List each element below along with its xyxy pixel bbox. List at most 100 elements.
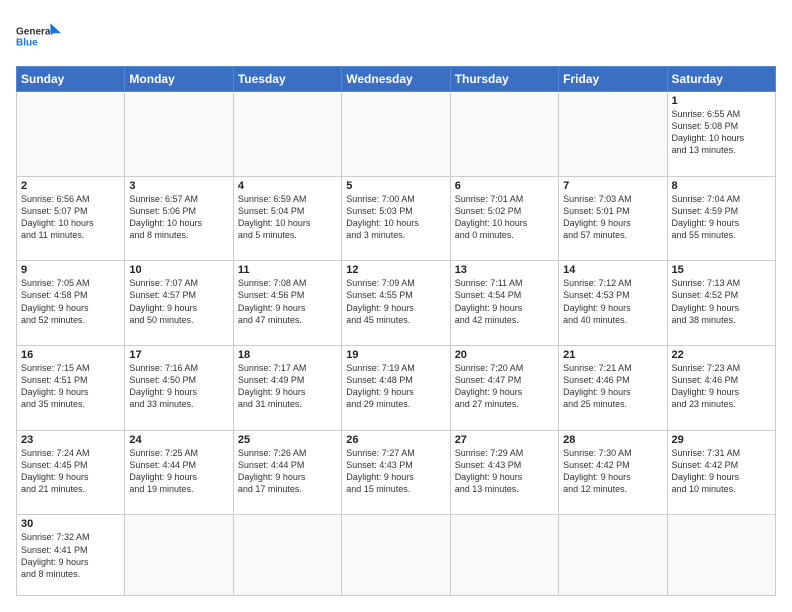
day-info: Sunrise: 7:16 AMSunset: 4:50 PMDaylight:… — [129, 362, 228, 411]
day-number: 13 — [455, 264, 554, 276]
day-number: 26 — [346, 434, 445, 446]
day-number: 4 — [238, 180, 337, 192]
day-number: 20 — [455, 349, 554, 361]
day-number: 27 — [455, 434, 554, 446]
day-info: Sunrise: 7:24 AMSunset: 4:45 PMDaylight:… — [21, 447, 120, 496]
cell-week4-day6: 22Sunrise: 7:23 AMSunset: 4:46 PMDayligh… — [667, 346, 775, 431]
cell-week2-day3: 5Sunrise: 7:00 AMSunset: 5:03 PMDaylight… — [342, 176, 450, 261]
day-info: Sunrise: 7:07 AMSunset: 4:57 PMDaylight:… — [129, 277, 228, 326]
cell-week5-day1: 24Sunrise: 7:25 AMSunset: 4:44 PMDayligh… — [125, 430, 233, 515]
cell-week6-day6 — [667, 515, 775, 596]
day-number: 8 — [672, 180, 771, 192]
cell-week1-day6: 1Sunrise: 6:55 AMSunset: 5:08 PMDaylight… — [667, 92, 775, 177]
cell-week5-day3: 26Sunrise: 7:27 AMSunset: 4:43 PMDayligh… — [342, 430, 450, 515]
day-info: Sunrise: 7:08 AMSunset: 4:56 PMDaylight:… — [238, 277, 337, 326]
day-info: Sunrise: 7:01 AMSunset: 5:02 PMDaylight:… — [455, 193, 554, 242]
day-info: Sunrise: 7:00 AMSunset: 5:03 PMDaylight:… — [346, 193, 445, 242]
day-number: 25 — [238, 434, 337, 446]
week-row-1: 1Sunrise: 6:55 AMSunset: 5:08 PMDaylight… — [17, 92, 776, 177]
page: General Blue SundayMondayTuesdayWednesda… — [0, 0, 792, 612]
day-number: 30 — [21, 518, 120, 530]
cell-week3-day5: 14Sunrise: 7:12 AMSunset: 4:53 PMDayligh… — [559, 261, 667, 346]
cell-week6-day1 — [125, 515, 233, 596]
header-wednesday: Wednesday — [342, 67, 450, 92]
cell-week3-day0: 9Sunrise: 7:05 AMSunset: 4:58 PMDaylight… — [17, 261, 125, 346]
day-number: 12 — [346, 264, 445, 276]
day-number: 15 — [672, 264, 771, 276]
day-info: Sunrise: 7:03 AMSunset: 5:01 PMDaylight:… — [563, 193, 662, 242]
day-info: Sunrise: 7:27 AMSunset: 4:43 PMDaylight:… — [346, 447, 445, 496]
day-number: 10 — [129, 264, 228, 276]
cell-week2-day6: 8Sunrise: 7:04 AMSunset: 4:59 PMDaylight… — [667, 176, 775, 261]
day-info: Sunrise: 7:13 AMSunset: 4:52 PMDaylight:… — [672, 277, 771, 326]
cell-week1-day3 — [342, 92, 450, 177]
day-number: 2 — [21, 180, 120, 192]
cell-week1-day0 — [17, 92, 125, 177]
day-number: 3 — [129, 180, 228, 192]
day-info: Sunrise: 7:15 AMSunset: 4:51 PMDaylight:… — [21, 362, 120, 411]
cell-week2-day1: 3Sunrise: 6:57 AMSunset: 5:06 PMDaylight… — [125, 176, 233, 261]
svg-text:General: General — [16, 26, 53, 37]
day-info: Sunrise: 7:11 AMSunset: 4:54 PMDaylight:… — [455, 277, 554, 326]
day-number: 1 — [672, 95, 771, 107]
day-number: 23 — [21, 434, 120, 446]
cell-week1-day2 — [233, 92, 341, 177]
cell-week3-day1: 10Sunrise: 7:07 AMSunset: 4:57 PMDayligh… — [125, 261, 233, 346]
week-row-5: 23Sunrise: 7:24 AMSunset: 4:45 PMDayligh… — [17, 430, 776, 515]
header-monday: Monday — [125, 67, 233, 92]
day-number: 22 — [672, 349, 771, 361]
header: General Blue — [16, 16, 776, 56]
week-row-4: 16Sunrise: 7:15 AMSunset: 4:51 PMDayligh… — [17, 346, 776, 431]
logo: General Blue — [16, 16, 66, 56]
day-info: Sunrise: 7:12 AMSunset: 4:53 PMDaylight:… — [563, 277, 662, 326]
week-row-2: 2Sunrise: 6:56 AMSunset: 5:07 PMDaylight… — [17, 176, 776, 261]
day-number: 7 — [563, 180, 662, 192]
day-info: Sunrise: 7:04 AMSunset: 4:59 PMDaylight:… — [672, 193, 771, 242]
header-tuesday: Tuesday — [233, 67, 341, 92]
day-info: Sunrise: 7:26 AMSunset: 4:44 PMDaylight:… — [238, 447, 337, 496]
cell-week6-day3 — [342, 515, 450, 596]
day-info: Sunrise: 7:30 AMSunset: 4:42 PMDaylight:… — [563, 447, 662, 496]
day-info: Sunrise: 7:17 AMSunset: 4:49 PMDaylight:… — [238, 362, 337, 411]
logo-svg: General Blue — [16, 16, 66, 56]
day-number: 11 — [238, 264, 337, 276]
day-number: 19 — [346, 349, 445, 361]
cell-week4-day2: 18Sunrise: 7:17 AMSunset: 4:49 PMDayligh… — [233, 346, 341, 431]
day-info: Sunrise: 7:23 AMSunset: 4:46 PMDaylight:… — [672, 362, 771, 411]
cell-week4-day1: 17Sunrise: 7:16 AMSunset: 4:50 PMDayligh… — [125, 346, 233, 431]
day-number: 9 — [21, 264, 120, 276]
day-number: 24 — [129, 434, 228, 446]
cell-week4-day3: 19Sunrise: 7:19 AMSunset: 4:48 PMDayligh… — [342, 346, 450, 431]
day-number: 17 — [129, 349, 228, 361]
day-number: 14 — [563, 264, 662, 276]
cell-week3-day6: 15Sunrise: 7:13 AMSunset: 4:52 PMDayligh… — [667, 261, 775, 346]
cell-week6-day2 — [233, 515, 341, 596]
header-sunday: Sunday — [17, 67, 125, 92]
day-number: 5 — [346, 180, 445, 192]
cell-week5-day4: 27Sunrise: 7:29 AMSunset: 4:43 PMDayligh… — [450, 430, 558, 515]
cell-week4-day0: 16Sunrise: 7:15 AMSunset: 4:51 PMDayligh… — [17, 346, 125, 431]
cell-week3-day2: 11Sunrise: 7:08 AMSunset: 4:56 PMDayligh… — [233, 261, 341, 346]
day-info: Sunrise: 6:55 AMSunset: 5:08 PMDaylight:… — [672, 108, 771, 157]
cell-week2-day2: 4Sunrise: 6:59 AMSunset: 5:04 PMDaylight… — [233, 176, 341, 261]
calendar-table: SundayMondayTuesdayWednesdayThursdayFrid… — [16, 66, 776, 596]
day-info: Sunrise: 7:05 AMSunset: 4:58 PMDaylight:… — [21, 277, 120, 326]
cell-week5-day2: 25Sunrise: 7:26 AMSunset: 4:44 PMDayligh… — [233, 430, 341, 515]
cell-week1-day1 — [125, 92, 233, 177]
day-number: 6 — [455, 180, 554, 192]
week-row-3: 9Sunrise: 7:05 AMSunset: 4:58 PMDaylight… — [17, 261, 776, 346]
cell-week5-day0: 23Sunrise: 7:24 AMSunset: 4:45 PMDayligh… — [17, 430, 125, 515]
cell-week2-day0: 2Sunrise: 6:56 AMSunset: 5:07 PMDaylight… — [17, 176, 125, 261]
cell-week2-day4: 6Sunrise: 7:01 AMSunset: 5:02 PMDaylight… — [450, 176, 558, 261]
day-number: 21 — [563, 349, 662, 361]
cell-week1-day5 — [559, 92, 667, 177]
day-info: Sunrise: 7:21 AMSunset: 4:46 PMDaylight:… — [563, 362, 662, 411]
day-number: 28 — [563, 434, 662, 446]
day-info: Sunrise: 7:32 AMSunset: 4:41 PMDaylight:… — [21, 531, 120, 580]
header-thursday: Thursday — [450, 67, 558, 92]
weekday-header-row: SundayMondayTuesdayWednesdayThursdayFrid… — [17, 67, 776, 92]
cell-week4-day5: 21Sunrise: 7:21 AMSunset: 4:46 PMDayligh… — [559, 346, 667, 431]
day-info: Sunrise: 7:25 AMSunset: 4:44 PMDaylight:… — [129, 447, 228, 496]
day-info: Sunrise: 7:29 AMSunset: 4:43 PMDaylight:… — [455, 447, 554, 496]
day-number: 29 — [672, 434, 771, 446]
